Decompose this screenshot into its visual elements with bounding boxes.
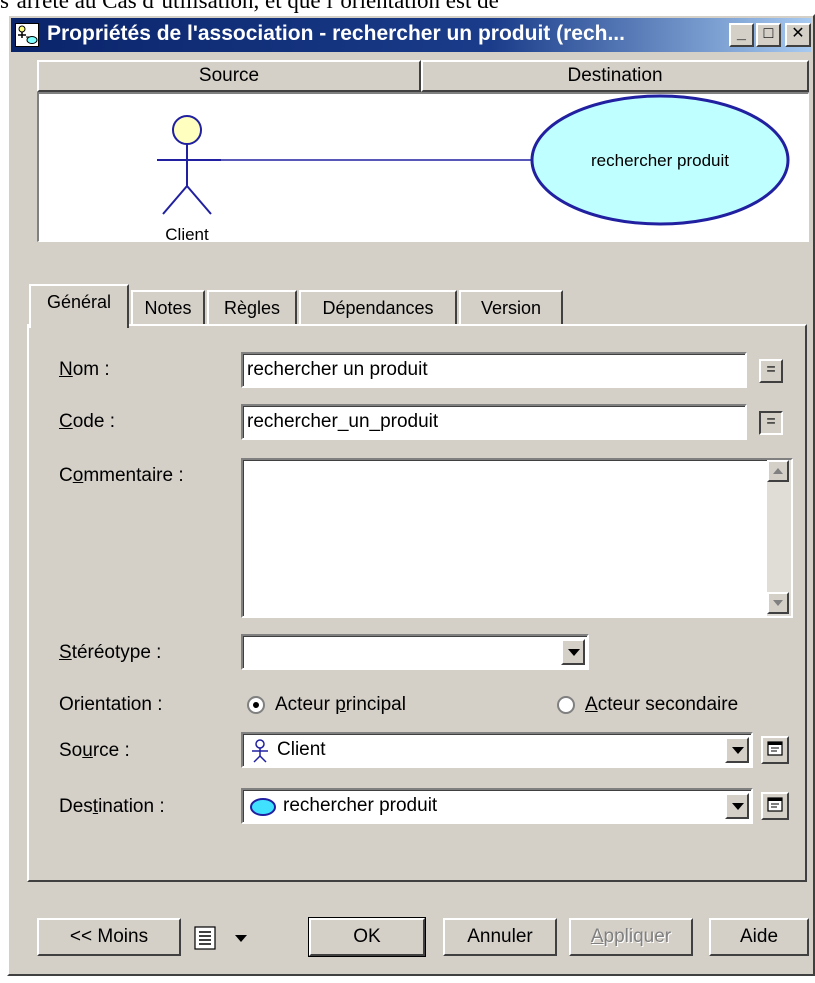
association-icon — [15, 23, 39, 47]
actor-figure — [157, 115, 221, 215]
code-field[interactable]: rechercher_un_produit — [241, 404, 747, 440]
minimize-button[interactable]: _ — [729, 23, 754, 47]
window-title: Propriétés de l'association - rechercher… — [47, 22, 625, 45]
list-menu-button[interactable] — [193, 924, 259, 952]
orientation-label: Orientation : — [59, 694, 163, 715]
commentaire-scrollbar[interactable] — [767, 460, 791, 616]
destination-value: rechercher produit — [283, 795, 438, 816]
moins-button[interactable]: << Moins — [37, 918, 181, 956]
diagram-canvas: Client rechercher produit — [157, 94, 790, 242]
radio-acteur-secondaire[interactable] — [557, 696, 575, 714]
ok-button[interactable]: OK — [308, 917, 426, 957]
nom-label: Nom : — [59, 359, 110, 380]
usecase-label: rechercher produit — [591, 151, 729, 170]
commentaire-label: Commentaire : — [59, 465, 184, 486]
source-combobox[interactable]: Client — [241, 732, 753, 768]
background-document-text: s’arrête au Cas d’utilisation, et que l’… — [0, 0, 815, 14]
source-dropdown-button[interactable] — [725, 737, 749, 763]
usecase-icon — [250, 798, 276, 816]
scroll-up-button[interactable] — [767, 460, 789, 482]
destination-properties-button[interactable] — [761, 792, 789, 820]
destination-combobox[interactable]: rechercher produit — [241, 788, 753, 824]
code-label: Code : — [59, 411, 115, 432]
actor-label: Client — [165, 225, 209, 242]
tab-version[interactable]: Version — [459, 290, 563, 326]
stereotype-label: Stéréotype : — [59, 642, 162, 663]
close-button[interactable]: ✕ — [785, 23, 811, 47]
source-properties-button[interactable] — [761, 736, 789, 764]
code-equal-button[interactable]: = — [759, 411, 783, 435]
background-text: s’arrête au Cas d’utilisation, et que l’… — [0, 0, 499, 13]
commentaire-textarea[interactable] — [241, 458, 793, 618]
tab-general[interactable]: Général — [29, 284, 129, 328]
stereotype-combobox[interactable] — [241, 634, 589, 670]
acteur-principal-label[interactable]: Acteur principal — [275, 694, 406, 716]
tab-notes[interactable]: Notes — [131, 290, 205, 326]
aide-button[interactable]: Aide — [709, 918, 809, 956]
tab-strip: Général Notes Règles Dépendances Version — [27, 284, 807, 328]
acteur-secondaire-label[interactable]: Acteur secondaire — [585, 694, 738, 716]
general-tab-panel: Nom : rechercher un produit = Code : rec… — [27, 324, 807, 882]
source-header-button[interactable]: Source — [37, 60, 421, 92]
nom-equal-button[interactable]: = — [759, 359, 783, 383]
destination-dropdown-button[interactable] — [725, 793, 749, 819]
annuler-button[interactable]: Annuler — [443, 918, 557, 956]
appliquer-button[interactable]: Appliquer — [569, 918, 693, 956]
actor-icon — [252, 739, 268, 763]
properties-dialog: Propriétés de l'association - rechercher… — [7, 14, 815, 976]
tab-dependances[interactable]: Dépendances — [299, 290, 457, 326]
destination-header-button[interactable]: Destination — [421, 60, 809, 92]
association-diagram: Client rechercher produit — [37, 92, 809, 242]
properties-icon — [767, 741, 783, 756]
title-bar[interactable]: Propriétés de l'association - rechercher… — [11, 18, 811, 52]
source-value: Client — [277, 739, 326, 760]
list-menu-icon — [194, 926, 247, 950]
radio-acteur-principal[interactable] — [247, 696, 265, 714]
tab-regles[interactable]: Règles — [207, 290, 297, 326]
scroll-down-button[interactable] — [767, 592, 789, 614]
stereotype-dropdown-button[interactable] — [561, 639, 585, 665]
maximize-button[interactable]: □ — [756, 23, 781, 47]
source-label: Source : — [59, 740, 130, 761]
nom-field[interactable]: rechercher un produit — [241, 352, 747, 388]
properties-icon — [767, 797, 783, 812]
destination-label: Destination : — [59, 796, 165, 817]
